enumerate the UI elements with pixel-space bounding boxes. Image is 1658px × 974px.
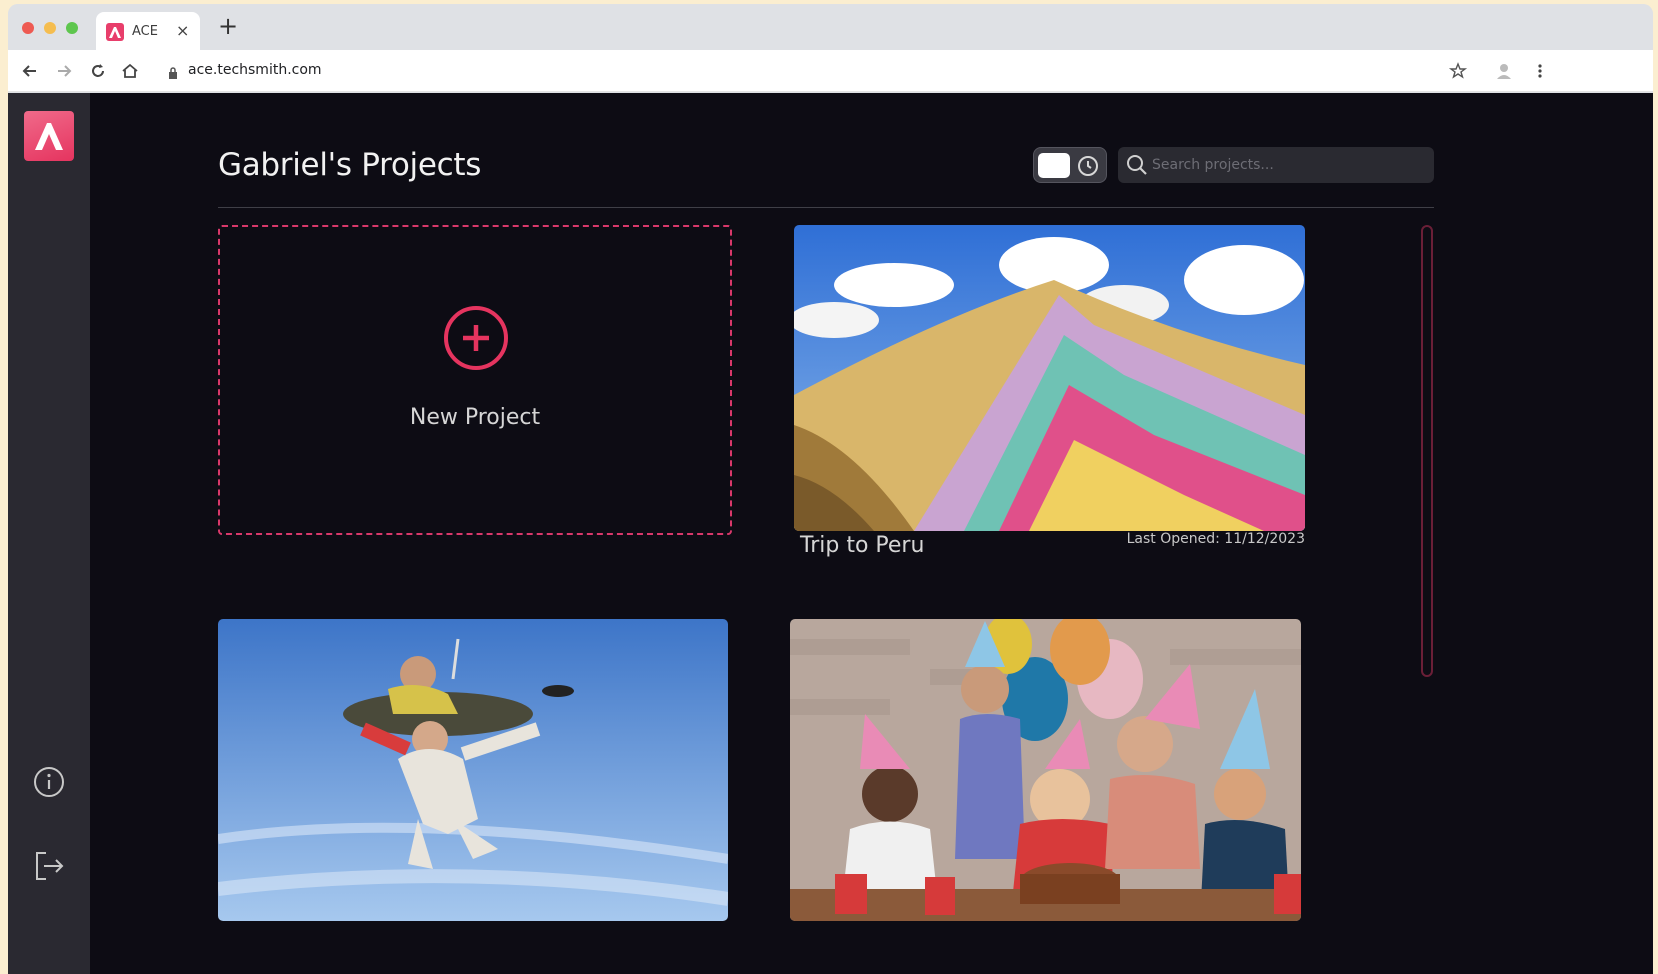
back-arrow-icon[interactable]	[20, 61, 40, 81]
recent-view-toggle[interactable]	[1033, 147, 1107, 183]
plus-circle-icon	[443, 305, 509, 375]
tab-close-icon[interactable]: ×	[176, 21, 189, 40]
search-box[interactable]	[1118, 147, 1434, 183]
ace-logo[interactable]	[24, 111, 74, 161]
new-project-button[interactable]: New Project	[218, 225, 732, 535]
skydiving-photo	[218, 619, 728, 921]
more-options-icon[interactable]	[1530, 61, 1550, 81]
page-title: Gabriel's Projects	[218, 147, 482, 183]
project-thumbnail-skydiving[interactable]	[218, 619, 728, 921]
ace-favicon-icon	[106, 23, 124, 41]
browser-toolbar: ace.techsmith.com	[8, 50, 1653, 92]
reload-icon[interactable]	[88, 61, 108, 81]
browser-window: ACE × + ace.techsmith.com Gabriel's Proj…	[8, 4, 1653, 974]
new-project-label: New Project	[409, 405, 541, 430]
bookmark-star-icon[interactable]	[1448, 61, 1468, 81]
logout-icon[interactable]	[32, 849, 66, 883]
app-area: Gabriel's Projects New Project	[8, 93, 1653, 974]
tab-bar: ACE × +	[8, 4, 1653, 50]
project-name[interactable]: Trip to Peru	[800, 533, 924, 558]
search-input[interactable]	[1152, 150, 1422, 180]
scrollbar[interactable]	[1421, 225, 1433, 677]
tab-title: ACE	[132, 24, 158, 39]
lock-icon	[168, 64, 178, 83]
new-tab-button[interactable]: +	[218, 14, 238, 38]
forward-arrow-icon[interactable]	[54, 61, 74, 81]
info-icon[interactable]	[32, 765, 66, 799]
project-thumbnail-birthday[interactable]	[790, 619, 1301, 921]
browser-tab-ace[interactable]: ACE ×	[96, 12, 200, 50]
project-thumbnail-peru[interactable]	[794, 225, 1305, 531]
address-bar[interactable]: ace.techsmith.com	[188, 62, 322, 78]
birthday-party-photo	[790, 619, 1301, 921]
profile-icon[interactable]	[1494, 61, 1514, 81]
toggle-knob	[1038, 153, 1070, 178]
home-icon[interactable]	[120, 61, 140, 81]
sidebar	[8, 93, 90, 974]
project-last-opened: Last Opened: 11/12/2023	[1126, 531, 1305, 547]
close-window-button[interactable]	[22, 22, 34, 34]
maximize-window-button[interactable]	[66, 22, 78, 34]
search-icon	[1126, 154, 1148, 180]
minimize-window-button[interactable]	[44, 22, 56, 34]
header-divider	[218, 207, 1434, 208]
clock-icon	[1076, 154, 1100, 182]
rainbow-mountain-photo	[794, 225, 1305, 531]
